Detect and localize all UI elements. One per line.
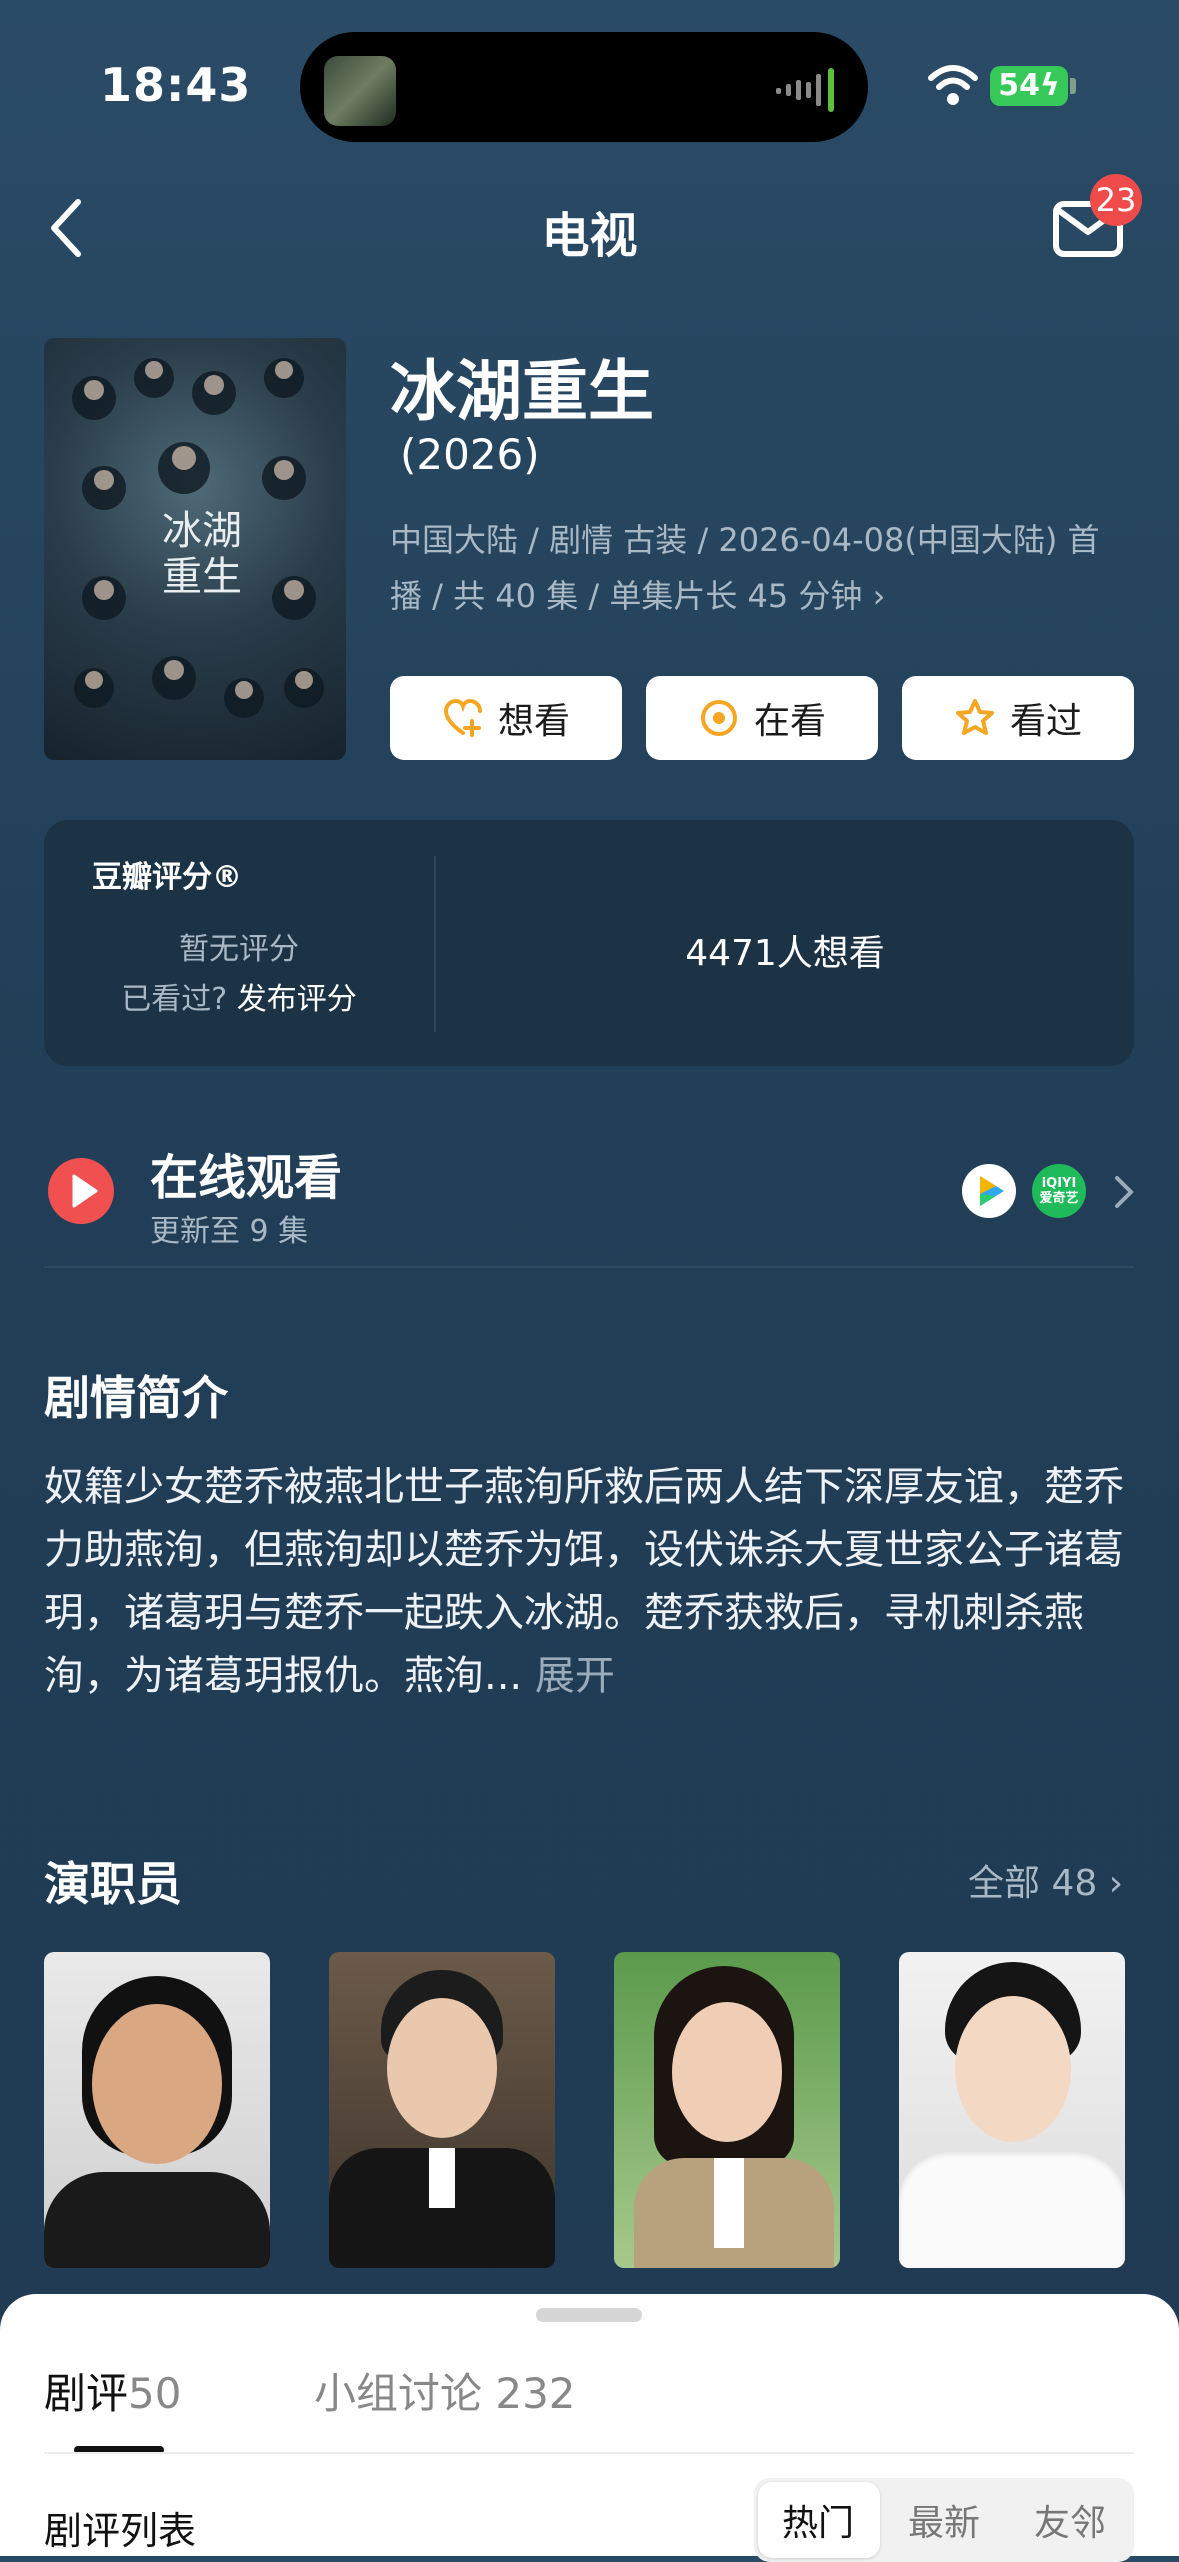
want-to-watch-label: 想看 <box>497 701 570 742</box>
target-icon <box>700 700 737 736</box>
audio-wave-icon <box>776 68 834 112</box>
cast-photo[interactable] <box>899 1952 1125 2268</box>
sheet-divider <box>44 2452 1134 2454</box>
chevron-right-icon[interactable] <box>1112 1174 1136 1210</box>
section-divider <box>44 1266 1134 1268</box>
sheet-handle[interactable] <box>536 2308 642 2322</box>
synopsis-text: 奴籍少女楚乔被燕北世子燕洵所救后两人结下深厚友谊，楚乔力助燕洵，但燕洵却以楚乔为… <box>44 1456 1134 1708</box>
tab-group-discussion[interactable]: 小组讨论 232 <box>314 2360 576 2421</box>
now-playing-thumbnail[interactable] <box>324 56 396 126</box>
sort-hot[interactable]: 热门 <box>782 2494 854 2546</box>
movie-meta[interactable]: 中国大陆 / 剧情 古装 / 2026-04-08(中国大陆) 首播 / 共 4… <box>390 512 1130 624</box>
wifi-icon <box>928 65 978 105</box>
synopsis-title: 剧情简介 <box>44 1371 228 1425</box>
star-icon <box>955 699 994 735</box>
poster-image[interactable]: 冰湖重生 <box>44 338 346 760</box>
seen-prefix: 已看过? <box>121 982 228 1017</box>
movie-year: (2026) <box>400 430 540 479</box>
online-watch-title[interactable]: 在线观看 <box>150 1138 342 1208</box>
cast-all-label: 全部 48 <box>968 1863 1098 1904</box>
watched-button[interactable]: 看过 <box>902 676 1134 760</box>
iqiyi-icon[interactable]: iQIYI 爱奇艺 <box>1032 1164 1086 1218</box>
status-time: 18:43 <box>100 58 252 112</box>
watching-button[interactable]: 在看 <box>646 676 878 760</box>
sort-friends[interactable]: 友邻 <box>1034 2494 1106 2546</box>
cast-title: 演职员 <box>44 1857 182 1911</box>
tab-reviews-label: 剧评 <box>44 2369 129 2418</box>
sort-latest[interactable]: 最新 <box>908 2494 980 2546</box>
chevron-right-icon: › <box>872 577 886 615</box>
cast-photo[interactable] <box>614 1952 840 2268</box>
heart-plus-icon <box>443 698 482 737</box>
review-list-label: 剧评列表 <box>44 2509 197 2553</box>
post-rating-link[interactable]: 发布评分 <box>237 982 357 1017</box>
no-rating-text: 暂无评分 <box>179 932 299 967</box>
rating-title: 豆瓣评分® <box>92 860 242 895</box>
online-watch-subtitle: 更新至 9 集 <box>150 1214 309 1249</box>
battery-indicator: 54ϟ <box>990 66 1068 106</box>
chevron-right-icon: › <box>1108 1863 1124 1904</box>
page-title: 电视 <box>541 208 638 264</box>
want-to-watch-button[interactable]: 想看 <box>390 676 622 760</box>
movie-meta-text: 中国大陆 / 剧情 古装 / 2026-04-08(中国大陆) 首播 / 共 4… <box>390 521 1100 615</box>
tab-reviews[interactable]: 剧评50 <box>44 2360 181 2421</box>
cast-all-link[interactable]: 全部 48 › <box>968 1854 1123 1906</box>
cast-photo[interactable] <box>329 1952 555 2268</box>
notification-badge: 23 <box>1090 174 1142 226</box>
want-count: 4471人想看 <box>685 933 885 974</box>
movie-title: 冰湖重生 <box>390 353 654 430</box>
tencent-video-icon[interactable] <box>962 1164 1016 1218</box>
watched-label: 看过 <box>1009 701 1082 742</box>
watching-label: 在看 <box>753 701 826 742</box>
play-icon[interactable] <box>48 1158 114 1224</box>
seen-line: 已看过? 发布评分 <box>44 974 434 1018</box>
battery-tip <box>1070 78 1076 94</box>
cast-photo[interactable] <box>44 1952 270 2268</box>
tab-reviews-count: 50 <box>128 2369 182 2418</box>
expand-link[interactable]: 展开 <box>535 1653 615 1699</box>
poster-title-art: 冰湖重生 <box>162 508 242 600</box>
iqiyi-label: 爱奇艺 <box>1039 1191 1079 1206</box>
